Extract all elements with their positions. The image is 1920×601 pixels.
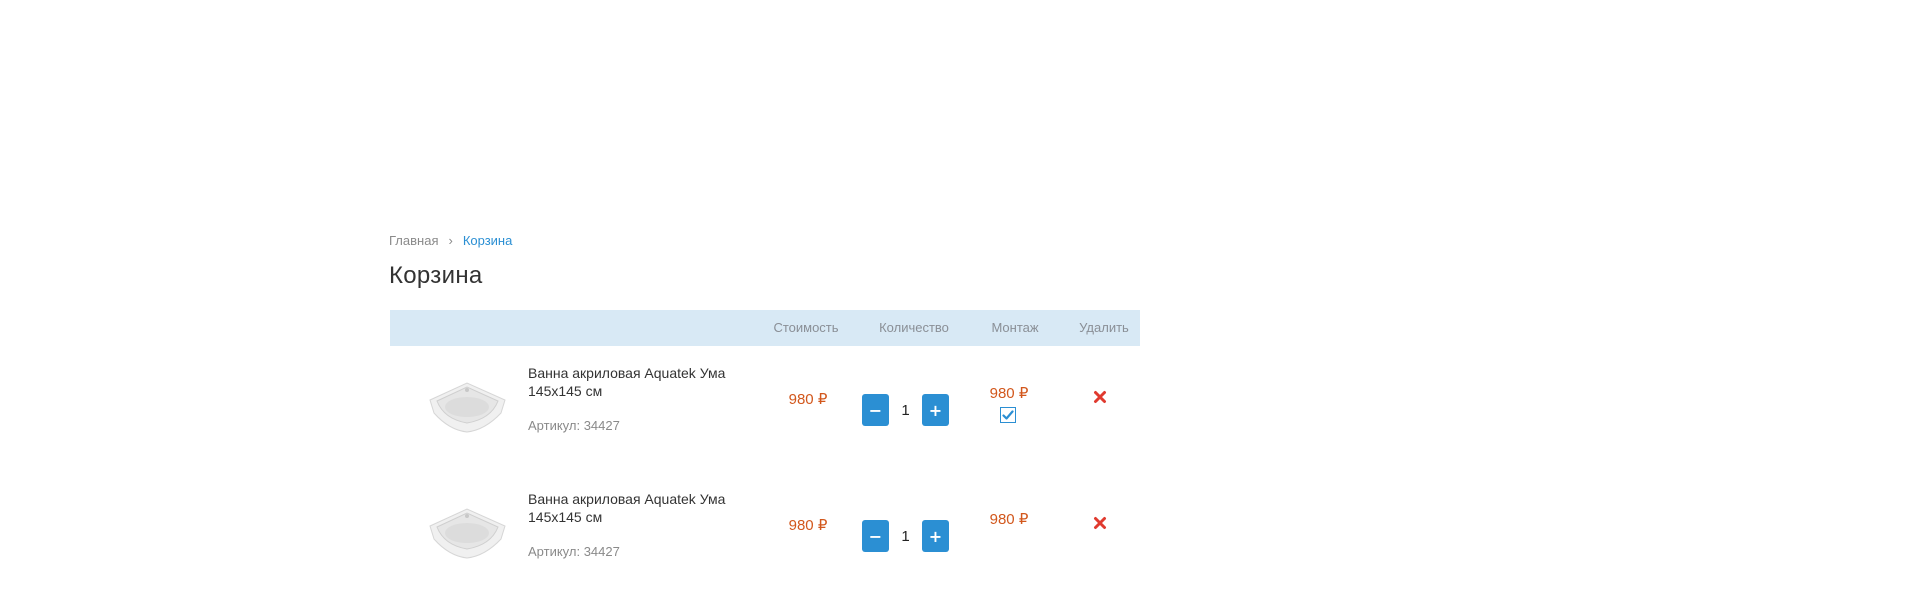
header-quantity: Количество	[879, 320, 949, 335]
corner-bathtub-image	[429, 382, 506, 433]
quantity-decrease-button[interactable]: −	[862, 394, 889, 426]
breadcrumb: Главная › Корзина	[389, 233, 512, 248]
delete-button[interactable]	[1093, 516, 1107, 530]
header-delete: Удалить	[1079, 320, 1129, 335]
close-icon	[1094, 391, 1106, 403]
product-image[interactable]	[425, 501, 510, 561]
product-sku: Артикул: 34427	[528, 544, 620, 559]
quantity-stepper: − +	[862, 520, 949, 552]
quantity-increase-button[interactable]: +	[922, 520, 949, 552]
breadcrumb-home-link[interactable]: Главная	[389, 233, 438, 248]
quantity-decrease-button[interactable]: −	[862, 520, 889, 552]
delete-button[interactable]	[1093, 390, 1107, 404]
cart-table-header: Стоимость Количество Монтаж Удалить	[390, 310, 1140, 346]
product-price: 980 ₽	[788, 391, 828, 408]
product-sku: Артикул: 34427	[528, 418, 620, 433]
page-title: Корзина	[389, 262, 483, 289]
check-icon	[1002, 410, 1014, 420]
mount-price: 980 ₽	[989, 385, 1029, 402]
product-name-link[interactable]: Ванна акриловая Aquatek Ума 145х145 см	[528, 490, 743, 526]
close-icon	[1094, 517, 1106, 529]
cart-row: Ванна акриловая Aquatek Ума 145х145 см А…	[390, 350, 1140, 475]
product-name-link[interactable]: Ванна акриловая Aquatek Ума 145х145 см	[528, 364, 743, 400]
breadcrumb-current[interactable]: Корзина	[463, 233, 513, 248]
cart-row: Ванна акриловая Aquatek Ума 145х145 см А…	[390, 476, 1140, 601]
header-mount: Монтаж	[991, 320, 1039, 335]
quantity-input[interactable]	[889, 520, 922, 552]
quantity-increase-button[interactable]: +	[922, 394, 949, 426]
mount-checkbox[interactable]	[1000, 407, 1016, 423]
mount-price: 980 ₽	[989, 511, 1029, 528]
product-image[interactable]	[425, 375, 510, 435]
product-price: 980 ₽	[788, 517, 828, 534]
quantity-input[interactable]	[889, 394, 922, 426]
corner-bathtub-image	[429, 508, 506, 559]
header-price: Стоимость	[773, 320, 839, 335]
breadcrumb-separator: ›	[448, 233, 453, 248]
quantity-stepper: − +	[862, 394, 949, 426]
